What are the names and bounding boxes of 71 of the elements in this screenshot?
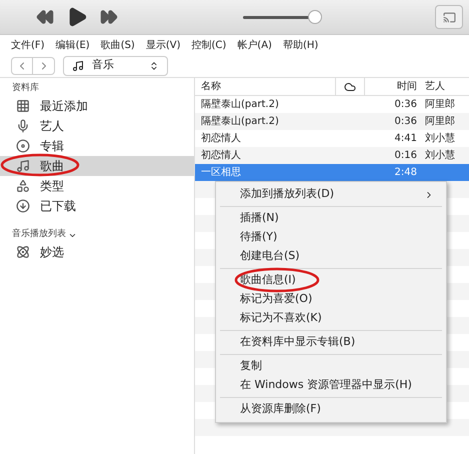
menu-item[interactable]: 控制(C): [192, 38, 226, 52]
grid-icon: [16, 99, 30, 113]
song-artist: 阿里郎: [424, 98, 455, 112]
column-header[interactable]: 时间: [365, 79, 421, 94]
context-menu-item[interactable]: 标记为不喜欢(K): [220, 309, 442, 328]
sidebar-label: 类型: [40, 178, 64, 195]
song-title: 一区相思: [200, 166, 242, 180]
disc-icon: [16, 139, 30, 153]
rewind-button[interactable]: [36, 8, 54, 26]
song-time: 0:36: [394, 98, 418, 112]
menu-item[interactable]: 帮助(H): [282, 38, 318, 52]
playlists-heading: 音乐播放列表: [12, 228, 66, 242]
sidebar-label: 已下载: [40, 198, 76, 215]
context-menu-item[interactable]: 标记为喜爱(O): [220, 290, 442, 309]
context-menu-item[interactable]: 创建电台(S): [220, 247, 442, 266]
menu-item[interactable]: 编辑(E): [56, 38, 90, 52]
song-row[interactable]: 初恋情人 0:16 刘小慧: [195, 147, 469, 164]
song-time: 0:36: [394, 115, 418, 129]
shapes-icon: [16, 179, 30, 193]
music-note-icon: [16, 159, 30, 173]
up-down-chevron-icon: [149, 60, 159, 70]
context-menu-item[interactable]: 从资源库删除(F): [220, 400, 442, 419]
song-artist: 刘小慧: [424, 132, 455, 146]
context-menu-item[interactable]: 复制: [220, 357, 442, 376]
source-selector[interactable]: 音乐: [63, 56, 168, 76]
sidebar-item[interactable]: 艺人: [0, 116, 194, 136]
sidebar-label: 最近添加: [40, 98, 88, 115]
sidebar-item[interactable]: 类型: [0, 176, 194, 196]
download-icon: [16, 199, 30, 213]
context-menu-item[interactable]: 待播(Y): [220, 228, 442, 247]
library-heading: 资料库: [11, 82, 40, 95]
sidebar-item[interactable]: 歌曲: [0, 156, 194, 176]
menu-item[interactable]: 文件(F): [11, 38, 45, 52]
microphone-icon: [16, 119, 30, 133]
cloud-icon: [344, 80, 356, 92]
song-artist: 刘小慧: [424, 148, 455, 163]
song-row[interactable]: 隔壁泰山(part.2) 0:36 阿里郎: [195, 113, 469, 130]
song-time: 2:48: [394, 166, 418, 180]
airplay-icon: [442, 10, 456, 24]
song-time: 0:16: [394, 149, 418, 163]
song-time: 4:41: [394, 132, 418, 146]
sidebar-item[interactable]: 最近添加: [0, 96, 194, 116]
column-header[interactable]: 艺人: [421, 79, 445, 94]
song-title: 隔壁泰山(part.2): [200, 114, 280, 129]
fast-forward-button[interactable]: [100, 8, 118, 26]
song-artist: 阿里郎: [424, 114, 455, 129]
sidebar-label: 歌曲: [40, 157, 64, 175]
context-menu-item[interactable]: 在资料库中显示专辑(B): [220, 333, 442, 352]
sidebar-item[interactable]: 已下载: [0, 196, 194, 216]
song-title: 隔壁泰山(part.2): [200, 98, 280, 112]
song-row[interactable]: 一区相思 2:48: [195, 164, 469, 181]
context-menu-item[interactable]: 插播(N): [220, 209, 442, 228]
sidebar-item[interactable]: 专辑: [0, 136, 194, 156]
context-menu-item[interactable]: 在 Windows 资源管理器中显示(H): [220, 376, 442, 395]
menu-item[interactable]: 显示(V): [146, 38, 180, 52]
back-button[interactable]: [11, 56, 33, 74]
song-title: 初恋情人: [200, 132, 242, 146]
column-header[interactable]: 名称: [195, 79, 335, 94]
airplay-button[interactable]: [435, 5, 463, 29]
menu-item[interactable]: 歌曲(S): [100, 38, 135, 52]
forward-button[interactable]: [33, 56, 55, 74]
volume-thumb[interactable]: [308, 10, 322, 24]
sidebar-label: 专辑: [40, 138, 64, 155]
atom-icon: [16, 245, 30, 259]
menu-item[interactable]: 帐户(A): [237, 38, 272, 52]
context-menu-item[interactable]: 添加到播放列表(D): [220, 185, 442, 204]
context-menu-item[interactable]: 歌曲信息(I): [220, 271, 442, 290]
song-title: 初恋情人: [200, 148, 242, 163]
sidebar-label: 艺人: [40, 118, 64, 135]
music-note-icon: [72, 60, 84, 72]
playlist-item[interactable]: 妙选: [0, 242, 194, 262]
